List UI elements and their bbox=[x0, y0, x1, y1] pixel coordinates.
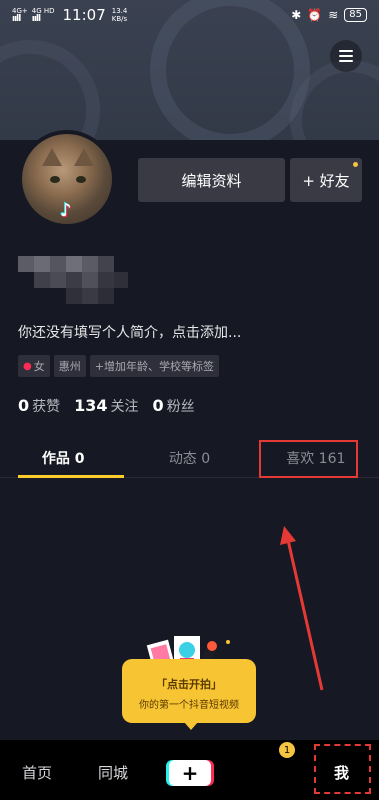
profile-stats: 0 获赞 134 关注 0 粉丝 bbox=[18, 396, 195, 416]
network-speed: 13.4 KB/s bbox=[111, 7, 128, 23]
status-bar: 4G+ ııll 4G HD ııll 11:07 13.4 KB/s ✱ ⏰ ≋ 8… bbox=[0, 0, 379, 30]
battery-indicator: 85 bbox=[344, 8, 367, 22]
clock: 11:07 bbox=[62, 6, 106, 24]
hamburger-icon bbox=[339, 50, 353, 52]
tab-activity[interactable]: 动态 0 bbox=[126, 438, 252, 477]
notification-badge: 1 bbox=[279, 742, 295, 758]
notification-dot bbox=[353, 162, 358, 167]
bottom-navigation: 首页 同城 + 1 我 bbox=[0, 740, 379, 800]
tag-gender: ● 女 bbox=[18, 355, 50, 377]
alarm-icon: ⏰ bbox=[307, 8, 323, 22]
nav-nearby[interactable]: 同城 bbox=[98, 762, 128, 783]
female-icon: ● bbox=[23, 360, 32, 372]
tooltip-title: 「点击开拍」 bbox=[156, 677, 222, 691]
signal-icon: 4G+ ııll bbox=[12, 7, 28, 24]
tiktok-logo-icon: ♪ bbox=[60, 200, 72, 221]
edit-profile-button[interactable]: 编辑资料 bbox=[138, 158, 285, 202]
tooltip-subtitle: 你的第一个抖音短视频 bbox=[139, 699, 239, 711]
plus-icon: + bbox=[181, 761, 199, 785]
bluetooth-icon: ✱ bbox=[291, 8, 302, 22]
tag-location: 惠州 bbox=[53, 355, 86, 377]
tab-works[interactable]: 作品 0 bbox=[0, 438, 126, 478]
profile-tags: ● 女 惠州 +增加年龄、学校等标签 bbox=[18, 355, 219, 377]
stat-following[interactable]: 134 关注 bbox=[74, 396, 138, 416]
wifi-icon: ≋ bbox=[328, 8, 339, 22]
create-video-button[interactable]: + bbox=[169, 760, 211, 786]
stat-followers[interactable]: 0 粉丝 bbox=[153, 396, 195, 416]
add-friend-button[interactable]: + 好友 bbox=[290, 158, 362, 202]
shoot-first-video-tooltip[interactable]: 「点击开拍」 你的第一个抖音短视频 bbox=[122, 659, 256, 730]
signal-icon: 4G HD ııll bbox=[31, 7, 55, 24]
me-tab-highlight bbox=[314, 744, 371, 794]
menu-button[interactable] bbox=[330, 40, 362, 72]
nav-home[interactable]: 首页 bbox=[22, 762, 52, 783]
username-mosaic bbox=[18, 246, 128, 310]
likes-tab-highlight bbox=[259, 440, 358, 478]
stat-likes[interactable]: 0 获赞 bbox=[18, 396, 60, 416]
add-tag-button[interactable]: +增加年龄、学校等标签 bbox=[89, 355, 219, 377]
bio-text[interactable]: 你还没有填写个人简介，点击添加... bbox=[18, 322, 241, 342]
avatar[interactable]: ♪ bbox=[18, 130, 116, 228]
